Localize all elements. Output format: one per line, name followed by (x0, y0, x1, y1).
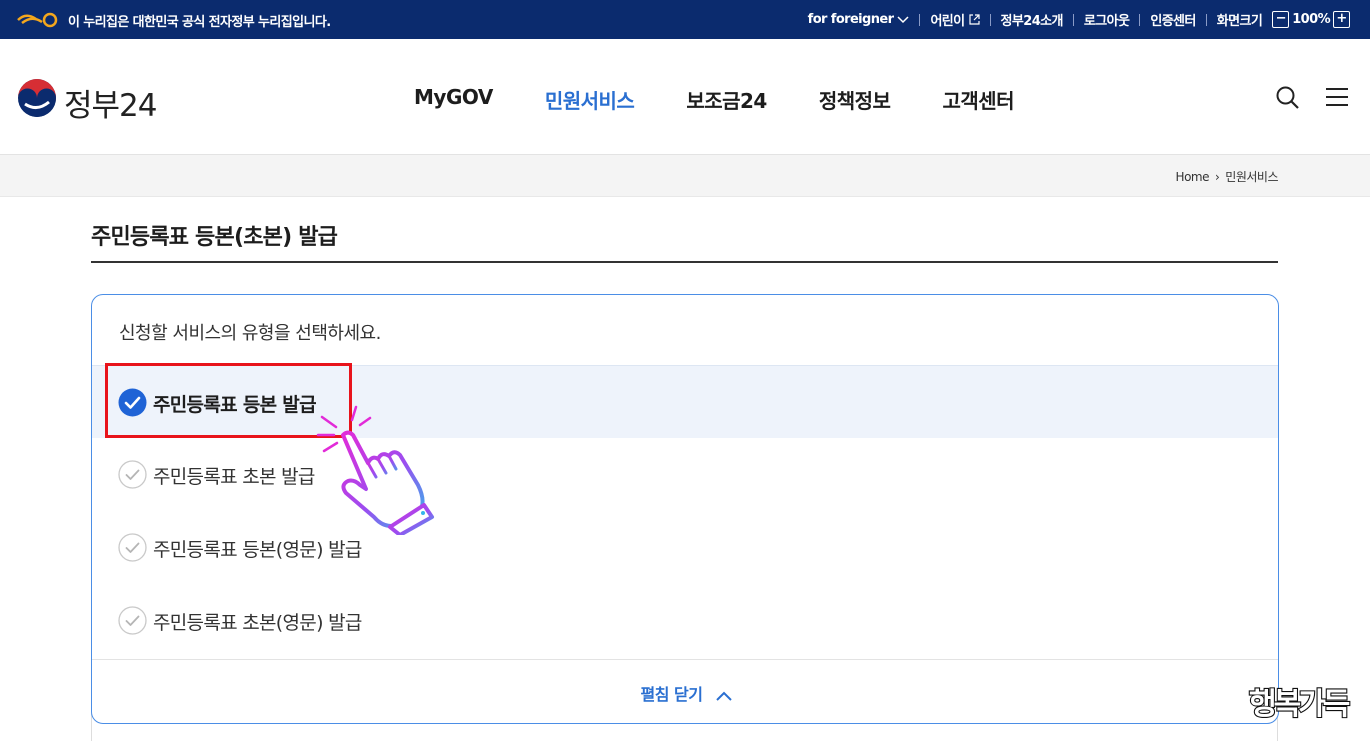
service-type-panel: 신청할 서비스의 유형을 선택하세요. 주민등록표 등본 발급 주민등록표 초본… (91, 294, 1279, 724)
about-gov24-link[interactable]: 정부24소개 (1001, 10, 1064, 29)
main-nav: MyGOV 민원서비스 보조금24 정책정보 고객센터 (414, 85, 1015, 114)
svg-text:행복가득: 행복가득 (1249, 687, 1350, 722)
gov-notice-bar: 이 누리집은 대한민국 공식 전자정부 누리집입니다. for foreigne… (0, 0, 1370, 39)
collapse-toggle-label: 펼침 닫기 (640, 685, 703, 704)
collapse-toggle-button[interactable]: 펼침 닫기 (92, 681, 1278, 705)
breadcrumb: Home › 민원서비스 (1176, 168, 1279, 185)
pointing-hand-icon (316, 405, 434, 535)
zoom-in-button[interactable]: + (1333, 11, 1350, 28)
check-circle-outline-icon (118, 533, 147, 562)
gov-logo-icon (17, 12, 58, 28)
nav-subsidy24[interactable]: 보조금24 (686, 85, 767, 114)
kids-link[interactable]: 어린이 (930, 10, 980, 29)
check-circle-outline-icon (118, 460, 147, 489)
page-title: 주민등록표 등본(초본) 발급 (91, 225, 338, 250)
logout-link[interactable]: 로그아웃 (1084, 10, 1130, 29)
nav-civil-service[interactable]: 민원서비스 (545, 85, 635, 114)
chevron-up-icon (715, 691, 732, 701)
panel-divider (92, 659, 1278, 660)
breadcrumb-separator: › (1214, 169, 1220, 184)
for-foreigner-link[interactable]: for foreigner (808, 12, 910, 27)
site-header: 정부24 MyGOV 민원서비스 보조금24 정책정보 고객센터 (0, 39, 1370, 155)
check-circle-outline-icon (118, 606, 147, 635)
title-divider (91, 261, 1278, 263)
breadcrumb-current[interactable]: 민원서비스 (1225, 168, 1278, 185)
service-option-label: 주민등록표 초본(영문) 발급 (153, 612, 362, 634)
breadcrumb-home[interactable]: Home (1176, 170, 1210, 184)
service-option-abstract[interactable]: 주민등록표 초본 발급 (92, 438, 1278, 511)
nav-customer-center[interactable]: 고객센터 (942, 85, 1014, 114)
gov-notice-text: 이 누리집은 대한민국 공식 전자정부 누리집입니다. (68, 15, 331, 30)
service-type-prompt: 신청할 서비스의 유형을 선택하세요. (119, 323, 381, 344)
watermark-logo: 행복가득 (1248, 686, 1354, 723)
service-option-label: 주민등록표 초본 발급 (153, 466, 315, 488)
nav-mygov[interactable]: MyGOV (414, 85, 493, 114)
nav-policy-info[interactable]: 정책정보 (819, 85, 891, 114)
for-foreigner-label: for foreigner (807, 12, 894, 27)
auth-center-link[interactable]: 인증센터 (1150, 10, 1196, 29)
search-icon[interactable] (1275, 85, 1300, 110)
service-option-label: 주민등록표 등본(영문) 발급 (153, 539, 362, 561)
external-link-icon (968, 14, 980, 25)
zoom-level: 100% (1292, 12, 1330, 27)
service-option-abstract-english[interactable]: 주민등록표 초본(영문) 발급 (92, 584, 1278, 657)
service-option-certified-copy-english[interactable]: 주민등록표 등본(영문) 발급 (92, 511, 1278, 584)
screen-size-label: 화면크기 (1216, 14, 1263, 29)
breadcrumb-bar: Home › 민원서비스 (0, 155, 1370, 197)
site-brand[interactable]: 정부24 (64, 80, 157, 125)
kids-label: 어린이 (930, 14, 965, 29)
taegeuk-emblem-icon[interactable] (17, 78, 57, 118)
zoom-out-button[interactable]: − (1272, 11, 1290, 28)
chevron-down-icon (897, 15, 909, 23)
hamburger-menu-icon[interactable] (1326, 87, 1348, 107)
